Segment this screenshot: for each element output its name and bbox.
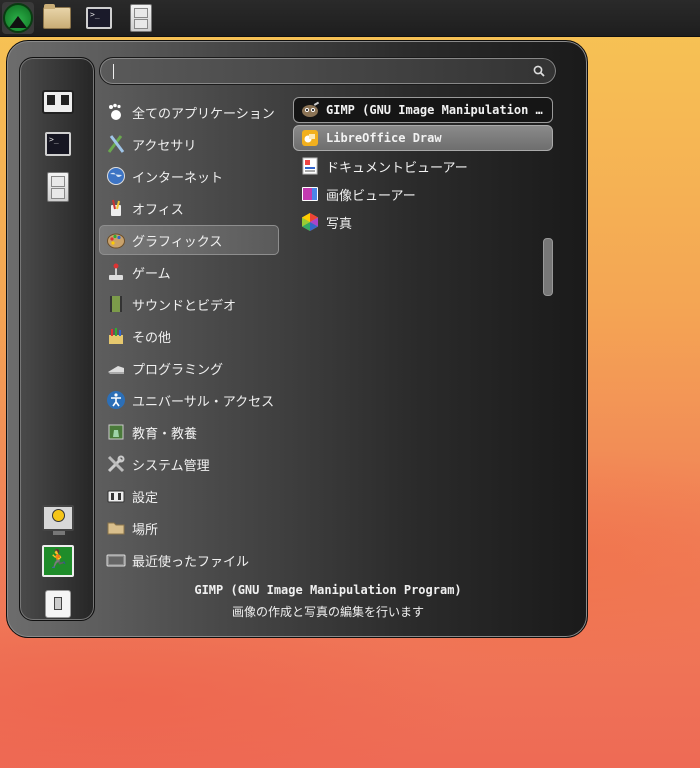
lock-screen-button[interactable] <box>42 502 74 535</box>
accessories-icon <box>106 134 126 154</box>
category-label: オフィス <box>132 202 184 218</box>
app-item-image-viewer[interactable]: 画像ビューアー <box>293 181 553 207</box>
cabinet-icon <box>130 4 152 32</box>
palette-icon <box>106 230 126 250</box>
category-label: システム管理 <box>132 458 210 474</box>
film-icon <box>106 294 126 314</box>
category-label: 場所 <box>132 522 159 538</box>
app-item-gimp[interactable]: GIMP (GNU Image Manipulation … <box>293 97 553 123</box>
category-label: グラフィックス <box>132 234 223 250</box>
globe-icon <box>106 166 126 186</box>
gnome-foot-icon <box>106 102 126 122</box>
category-label: その他 <box>132 330 172 346</box>
image-viewer-icon <box>300 184 320 204</box>
app-description-subtitle: 画像の作成と写真の編集を行います <box>231 605 424 619</box>
logout-button[interactable]: 🏃 <box>42 545 74 577</box>
taskbar: >_ <box>0 0 700 37</box>
app-description-title: GIMP (GNU Image Manipulation Program) <box>194 583 462 597</box>
category-list: 全てのアプリケーション アクセサリ インターネット オフィス グラフィックス ゲ <box>99 97 279 577</box>
app-label: LibreOffice Draw <box>326 131 442 145</box>
programming-icon <box>106 358 126 378</box>
folder-icon <box>106 518 126 538</box>
terminal-launcher[interactable]: >_ <box>83 2 115 34</box>
category-games[interactable]: ゲーム <box>99 257 279 287</box>
app-label: ドキュメントビューアー <box>326 160 468 176</box>
app-item-photos[interactable]: 写真 <box>293 209 553 235</box>
file-manager-launcher[interactable] <box>41 2 73 34</box>
category-label: インターネット <box>132 170 224 186</box>
category-recent-files[interactable]: 最近使ったファイル <box>99 545 279 575</box>
power-icon <box>45 590 71 618</box>
category-label: サウンドとビデオ <box>132 298 237 314</box>
recent-files-icon <box>106 550 126 570</box>
settings-icon <box>106 486 126 506</box>
sidebar-cabinet-button[interactable] <box>42 171 74 203</box>
category-label: 全てのアプリケーション <box>132 106 275 122</box>
category-all-apps[interactable]: 全てのアプリケーション <box>99 97 279 127</box>
category-office[interactable]: オフィス <box>99 193 279 223</box>
app-label: 写真 <box>326 216 353 232</box>
category-graphics[interactable]: グラフィックス <box>99 225 279 255</box>
places-icon <box>42 90 74 114</box>
tools-icon <box>106 454 126 474</box>
power-button[interactable] <box>42 588 74 620</box>
category-other[interactable]: その他 <box>99 321 279 351</box>
text-caret <box>113 64 114 79</box>
category-accessories[interactable]: アクセサリ <box>99 129 279 159</box>
app-menu-logo-icon <box>3 3 33 33</box>
logout-icon: 🏃 <box>42 545 74 577</box>
menu-sidebar: >_ 🏃 <box>19 57 95 621</box>
cabinet-icon <box>47 172 69 202</box>
category-label: ゲーム <box>132 266 171 282</box>
category-accessibility[interactable]: ユニバーサル・アクセス <box>99 385 279 415</box>
app-list: GIMP (GNU Image Manipulation … LibreOffi… <box>293 97 553 237</box>
app-menu-button[interactable] <box>2 2 34 34</box>
lock-screen-icon <box>42 505 74 535</box>
category-education[interactable]: 教育・教養 <box>99 417 279 447</box>
joystick-icon <box>106 262 126 282</box>
category-label: プログラミング <box>132 362 224 378</box>
category-places[interactable]: 場所 <box>99 513 279 543</box>
other-icon <box>106 326 126 346</box>
document-viewer-icon <box>300 156 320 176</box>
app-list-scrollbar[interactable] <box>543 238 553 296</box>
libreoffice-draw-icon <box>300 128 320 148</box>
sidebar-places-button[interactable] <box>42 86 74 118</box>
category-multimedia[interactable]: サウンドとビデオ <box>99 289 279 319</box>
office-icon <box>106 198 126 218</box>
app-description: GIMP (GNU Image Manipulation Program) 画像… <box>99 583 557 620</box>
app-item-document-viewer[interactable]: ドキュメントビューアー <box>293 153 553 179</box>
category-label: ユニバーサル・アクセス <box>132 394 275 410</box>
category-programming[interactable]: プログラミング <box>99 353 279 383</box>
search-input[interactable] <box>99 57 557 85</box>
folder-icon <box>43 4 71 29</box>
gimp-icon <box>300 100 320 120</box>
category-label: 設定 <box>132 490 159 506</box>
category-system[interactable]: システム管理 <box>99 449 279 479</box>
app-label: 画像ビューアー <box>326 188 416 204</box>
app-item-libreoffice-draw[interactable]: LibreOffice Draw <box>293 125 553 151</box>
cabinet-launcher[interactable] <box>125 2 157 34</box>
category-internet[interactable]: インターネット <box>99 161 279 191</box>
search-icon[interactable] <box>533 65 545 77</box>
terminal-icon: >_ <box>86 7 112 29</box>
education-icon <box>106 422 126 442</box>
category-settings[interactable]: 設定 <box>99 481 279 511</box>
terminal-icon: >_ <box>45 132 71 156</box>
app-label: GIMP (GNU Image Manipulation … <box>326 103 543 117</box>
category-label: 最近使ったファイル <box>132 554 250 570</box>
photos-icon <box>300 212 320 232</box>
application-menu: >_ 🏃 全てのアプリケーション アクセサリ インターネット オフィス グラフィ… <box>6 40 588 638</box>
accessibility-icon <box>106 390 126 410</box>
category-label: 教育・教養 <box>132 426 198 442</box>
sidebar-terminal-button[interactable]: >_ <box>42 128 74 160</box>
category-label: アクセサリ <box>132 138 197 154</box>
